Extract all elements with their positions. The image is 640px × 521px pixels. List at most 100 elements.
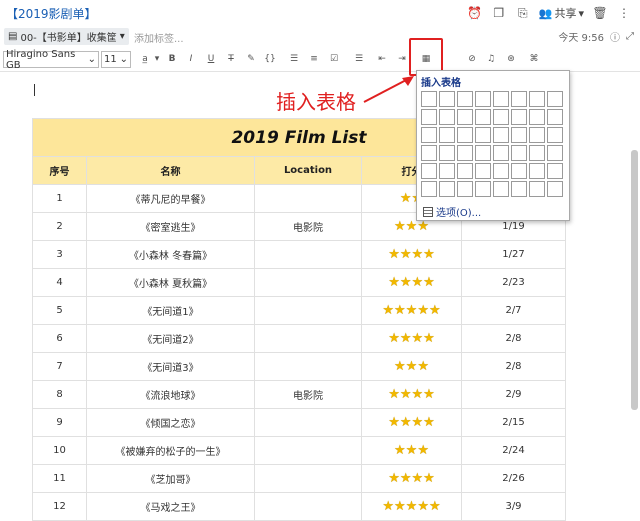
grid-cell[interactable] (511, 127, 527, 143)
film-rating[interactable]: ★★★★ (361, 380, 462, 409)
grid-cell[interactable] (475, 109, 491, 125)
grid-cell[interactable] (475, 145, 491, 161)
more-icon[interactable]: ⋮ (616, 5, 632, 21)
share-button[interactable]: 👥 共享 ▾ (539, 5, 584, 21)
watch-date[interactable]: 3/9 (461, 492, 566, 521)
film-rating[interactable]: ★★★★ (361, 464, 462, 493)
bold-icon[interactable]: B (165, 52, 179, 66)
film-name[interactable]: 《马戏之王》 (86, 492, 255, 521)
indent-decrease-icon[interactable]: ⇤ (375, 52, 389, 66)
film-location[interactable] (254, 436, 362, 465)
grid-cell[interactable] (511, 145, 527, 161)
note-title[interactable]: 【2019影剧单】 (6, 5, 97, 22)
grid-cell[interactable] (547, 145, 563, 161)
grid-cell[interactable] (529, 127, 545, 143)
info-icon[interactable]: ⓘ (610, 29, 620, 44)
header-location[interactable]: Location (254, 156, 362, 185)
grid-cell[interactable] (421, 91, 437, 107)
film-location[interactable]: 电影院 (254, 380, 362, 409)
grid-cell[interactable] (439, 127, 455, 143)
header-name[interactable]: 名称 (86, 156, 255, 185)
grid-cell[interactable] (421, 109, 437, 125)
grid-cell[interactable] (493, 181, 509, 197)
more-tools-icon[interactable]: ⊛ (504, 52, 518, 66)
film-name[interactable]: 《倾国之恋》 (86, 408, 255, 437)
grid-cell[interactable] (421, 181, 437, 197)
grid-cell[interactable] (457, 145, 473, 161)
film-name[interactable]: 《被嫌弃的松子的一生》 (86, 436, 255, 465)
align-icon[interactable]: ☰ (352, 52, 366, 66)
voice-icon[interactable]: ♫ (484, 52, 498, 66)
grid-cell[interactable] (457, 127, 473, 143)
grid-cell[interactable] (475, 91, 491, 107)
grid-cell[interactable] (529, 181, 545, 197)
export-icon[interactable]: ⎘ (515, 5, 531, 21)
grid-cell[interactable] (547, 163, 563, 179)
alarm-clock-icon[interactable]: ⏰ (467, 5, 483, 21)
film-location[interactable] (254, 408, 362, 437)
film-rating[interactable]: ★★★ (361, 436, 462, 465)
chevron-down-icon[interactable]: ▾ (150, 52, 164, 66)
grid-cell[interactable] (493, 91, 509, 107)
row-number[interactable]: 2 (32, 212, 87, 241)
film-rating[interactable]: ★★★★ (361, 324, 462, 353)
font-family-select[interactable]: Hiragino Sans GB ⌄ (3, 49, 99, 71)
film-location[interactable] (254, 324, 362, 353)
attachment-icon[interactable]: ⊘ (465, 52, 479, 66)
watch-date[interactable]: 2/23 (461, 268, 566, 297)
film-rating[interactable]: ★★★ (361, 352, 462, 381)
watch-date[interactable]: 2/9 (461, 380, 566, 409)
grid-cell[interactable] (547, 181, 563, 197)
row-number[interactable]: 11 (32, 464, 87, 493)
film-location[interactable] (254, 296, 362, 325)
row-number[interactable]: 7 (32, 352, 87, 381)
highlight-icon[interactable]: ✎ (244, 52, 258, 66)
grid-cell[interactable] (547, 91, 563, 107)
watch-date[interactable]: 2/24 (461, 436, 566, 465)
row-number[interactable]: 4 (32, 268, 87, 297)
row-number[interactable]: 12 (32, 492, 87, 521)
film-location[interactable] (254, 352, 362, 381)
grid-cell[interactable] (529, 145, 545, 161)
grid-cell[interactable] (547, 109, 563, 125)
watch-date[interactable]: 2/15 (461, 408, 566, 437)
watch-date[interactable]: 2/26 (461, 464, 566, 493)
code-icon[interactable]: {} (263, 52, 277, 66)
font-size-select[interactable]: 11 ⌄ (101, 51, 131, 68)
checkbox-icon[interactable]: ☑ (327, 52, 341, 66)
collapse-icon[interactable]: ⤢ (626, 31, 634, 42)
film-location[interactable] (254, 464, 362, 493)
grid-cell[interactable] (529, 163, 545, 179)
film-name[interactable]: 《密室逃生》 (86, 212, 255, 241)
grid-cell[interactable] (421, 163, 437, 179)
watch-date[interactable]: 1/27 (461, 240, 566, 269)
grid-cell[interactable] (439, 181, 455, 197)
grid-cell[interactable] (475, 163, 491, 179)
grid-cell[interactable] (511, 91, 527, 107)
table-options-link[interactable]: 选项(O)... (423, 204, 481, 219)
grid-cell[interactable] (511, 163, 527, 179)
grid-cell[interactable] (493, 145, 509, 161)
add-tag-input[interactable]: 添加标签... (134, 30, 184, 45)
bullet-list-icon[interactable]: ☰ (287, 52, 301, 66)
film-name[interactable]: 《无间道3》 (86, 352, 255, 381)
grid-cell[interactable] (511, 181, 527, 197)
grid-cell[interactable] (421, 127, 437, 143)
grid-cell[interactable] (475, 181, 491, 197)
link-icon[interactable]: ⌘ (527, 52, 541, 66)
watch-date[interactable]: 2/8 (461, 352, 566, 381)
film-name[interactable]: 《小森林 冬春篇》 (86, 240, 255, 269)
watch-date[interactable]: 2/7 (461, 296, 566, 325)
italic-icon[interactable]: I (184, 52, 198, 66)
film-location[interactable] (254, 240, 362, 269)
film-rating[interactable]: ★★★★ (361, 268, 462, 297)
numbered-list-icon[interactable]: ≡ (307, 52, 321, 66)
row-number[interactable]: 1 (32, 184, 87, 213)
grid-cell[interactable] (493, 109, 509, 125)
grid-cell[interactable] (439, 109, 455, 125)
film-location[interactable] (254, 184, 362, 213)
grid-cell[interactable] (511, 109, 527, 125)
strikethrough-icon[interactable]: T (224, 52, 238, 66)
grid-cell[interactable] (457, 91, 473, 107)
grid-cell[interactable] (439, 145, 455, 161)
